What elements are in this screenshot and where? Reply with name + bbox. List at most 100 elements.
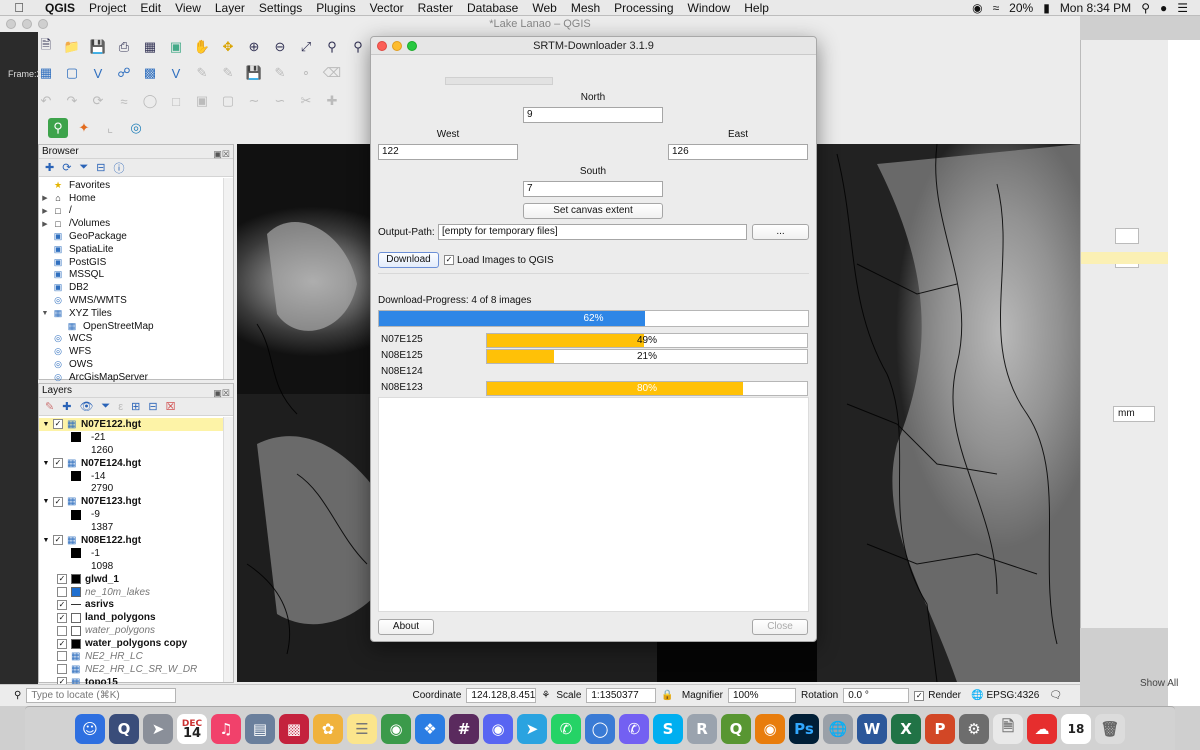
browser-scrollbar[interactable]	[223, 178, 233, 379]
output-path-input[interactable]: [empty for temporary files]	[438, 224, 747, 240]
panel-float-close-icon[interactable]: ▣☒	[213, 147, 230, 161]
layer-visibility-checkbox[interactable]: ✓	[53, 535, 63, 546]
viber-icon[interactable]: ✆	[619, 713, 649, 744]
split-features-icon[interactable]: ✂	[296, 91, 316, 111]
refresh-icon[interactable]: ⟳	[62, 161, 71, 174]
pan-to-selection-icon[interactable]: ✥	[218, 37, 238, 57]
browser-item[interactable]: ▣ DB2	[39, 281, 233, 294]
new-print-layout-icon[interactable]: ⎙	[114, 37, 134, 57]
layer-item[interactable]: ✓ land_polygons	[39, 611, 233, 624]
menu-layer[interactable]: Layer	[208, 1, 252, 15]
window-zoom-button[interactable]	[38, 19, 48, 29]
menu-raster[interactable]: Raster	[411, 1, 460, 15]
zoom-out-icon[interactable]: ⊖	[270, 37, 290, 57]
menu-window[interactable]: Window	[681, 1, 738, 15]
browser-item[interactable]: ▶ □ /	[39, 205, 233, 218]
layers-float-close-icon[interactable]: ▣☒	[213, 386, 230, 400]
pan-map-icon[interactable]: ✋	[192, 37, 212, 57]
background-dropdown-1[interactable]	[1115, 228, 1139, 244]
layer-item[interactable]: ▦ NE2_HR_LC_SR_W_DR	[39, 663, 233, 676]
layer-visibility-checkbox[interactable]	[57, 625, 67, 636]
zoom-selection-icon[interactable]: ⚲	[322, 37, 342, 57]
rotation-spinbox[interactable]: 0.0 °	[843, 688, 910, 703]
messages-icon[interactable]: 🗨	[1049, 690, 1062, 701]
menu-vector[interactable]: Vector	[363, 1, 411, 15]
lock-scale-icon[interactable]: 🔒	[661, 690, 673, 701]
dialog-close-button[interactable]	[377, 41, 387, 51]
notes-icon[interactable]: ☰	[347, 713, 377, 744]
layer-visibility-checkbox[interactable]: ✓	[53, 419, 63, 430]
expand-right-icon[interactable]: ▶	[39, 220, 51, 228]
menu-processing[interactable]: Processing	[607, 1, 680, 15]
west-input[interactable]: 122	[378, 144, 518, 160]
delete-ring-icon[interactable]: ▢	[218, 91, 238, 111]
siri-icon[interactable]: ●	[1160, 1, 1167, 15]
info-icon[interactable]: ⓘ	[113, 160, 124, 176]
menu-database[interactable]: Database	[460, 1, 525, 15]
expand-right-icon[interactable]: ▶	[39, 207, 51, 215]
filter-expression-icon[interactable]: ε	[118, 401, 123, 413]
download-button[interactable]: Download	[378, 252, 439, 268]
browser-item[interactable]: ▶ □ /Volumes	[39, 217, 233, 230]
merge-features-icon[interactable]: ✚	[322, 91, 342, 111]
about-button[interactable]: About	[378, 619, 434, 635]
battery-percent[interactable]: 20%	[1009, 1, 1033, 15]
add-virtual-layer-icon[interactable]: V	[166, 63, 186, 83]
spotlight-search-icon[interactable]: ⚲	[1141, 1, 1150, 15]
rotate-feature-icon[interactable]: ⟳	[88, 91, 108, 111]
layout-manager-icon[interactable]: ▦	[140, 37, 160, 57]
trash-icon[interactable]: 🗑	[1095, 713, 1125, 744]
add-ring-icon[interactable]: ◯	[140, 91, 160, 111]
dialog-minimize-button[interactable]	[392, 41, 402, 51]
photos-icon[interactable]: ✿	[313, 713, 343, 744]
toggle-extents-icon[interactable]: ⚘	[541, 690, 550, 701]
app-red-icon[interactable]: ▩	[279, 713, 309, 744]
safari-icon[interactable]: ❖	[415, 713, 445, 744]
browser-item[interactable]: ★ Favorites	[39, 179, 233, 192]
simplify-icon[interactable]: ≈	[114, 91, 134, 111]
collapse-all-icon[interactable]: ⊟	[96, 161, 105, 174]
menu-settings[interactable]: Settings	[252, 1, 309, 15]
excel-icon[interactable]: X	[891, 713, 921, 744]
load-images-checkbox[interactable]: ✓	[444, 255, 454, 265]
browser-item[interactable]: ◎ WFS	[39, 345, 233, 358]
add-group-icon[interactable]: ✚	[62, 400, 71, 413]
scale-field[interactable]: 1:1350377	[586, 688, 657, 703]
browser-item[interactable]: ▼ ▦ XYZ Tiles	[39, 307, 233, 320]
browser-item[interactable]: ◎ OWS	[39, 358, 233, 371]
coordinate-field[interactable]: 124.128,8.451	[466, 688, 537, 703]
manage-visibility-icon[interactable]: 👁	[79, 400, 93, 413]
unit-dropdown[interactable]: mm	[1113, 406, 1155, 422]
dialog-zoom-button[interactable]	[407, 41, 417, 51]
new-project-icon[interactable]: 🗎	[36, 37, 56, 57]
redo-icon[interactable]: ↷	[62, 91, 82, 111]
save-edits-icon[interactable]: 💾	[244, 63, 264, 83]
telegram-icon[interactable]: ➤	[517, 713, 547, 744]
layer-item[interactable]: ✓ glwd_1	[39, 573, 233, 586]
calendar-icon[interactable]: DEC 14	[177, 713, 207, 744]
whatsapp-icon[interactable]: ✆	[551, 713, 581, 744]
new-geopackage-icon[interactable]: ▢	[62, 63, 82, 83]
add-selected-layers-icon[interactable]: ✚	[45, 161, 54, 174]
qgis-icon[interactable]: Q	[721, 713, 751, 744]
layer-item[interactable]: ▦ NE2_HR_LC	[39, 650, 233, 663]
expand-down-icon[interactable]: ▼	[39, 460, 53, 467]
expand-all-icon[interactable]: ⊞	[131, 400, 140, 413]
menu-web[interactable]: Web	[525, 1, 563, 15]
save-project-icon[interactable]: 💾	[88, 37, 108, 57]
browser-item[interactable]: ▣ MSSQL	[39, 269, 233, 282]
preview-icon[interactable]: ▤	[245, 713, 275, 744]
magnifier-spinbox[interactable]: 100%	[727, 688, 796, 703]
add-raster-icon[interactable]: ▩	[140, 63, 160, 83]
layer-visibility-checkbox[interactable]: ✓	[57, 638, 67, 649]
fill-ring-icon[interactable]: ▣	[192, 91, 212, 111]
toggle-editing-icon[interactable]: ✎	[218, 63, 238, 83]
calendar-file-icon[interactable]: 18	[1061, 713, 1091, 744]
layer-item[interactable]: water_polygons	[39, 624, 233, 637]
expand-down-icon[interactable]: ▼	[39, 537, 53, 544]
render-checkbox[interactable]: ✓	[914, 690, 925, 701]
edit-pencil-icon[interactable]: ✎	[192, 63, 212, 83]
layer-visibility-checkbox[interactable]	[57, 664, 67, 675]
layer-visibility-checkbox[interactable]: ✓	[57, 599, 67, 610]
slack-icon[interactable]: #	[449, 713, 479, 744]
